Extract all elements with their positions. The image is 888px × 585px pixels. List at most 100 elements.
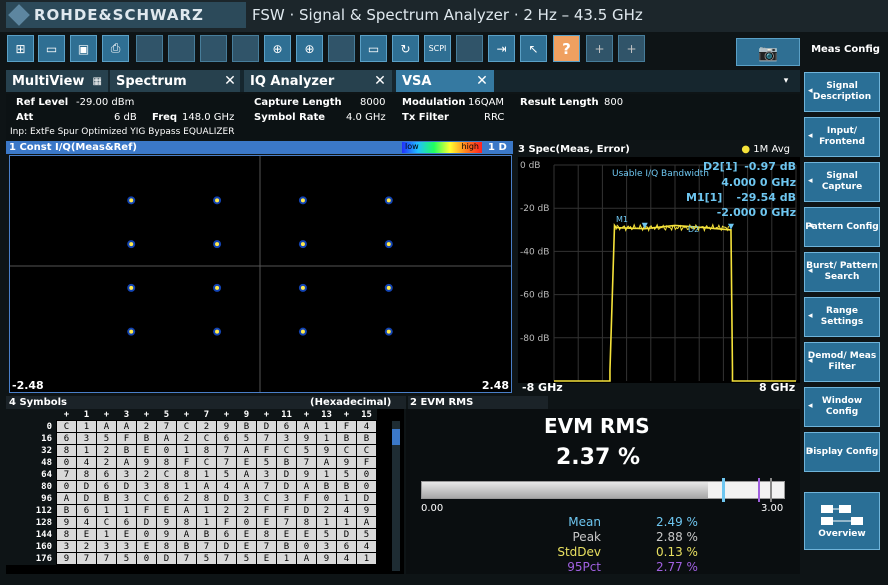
symbol-cell: 5 xyxy=(96,432,117,445)
symbol-cell: 6 xyxy=(56,432,77,445)
symbol-cell: 1 xyxy=(96,528,117,541)
tab-multiview[interactable]: MultiView ▦ xyxy=(6,70,108,92)
marker-add-icon[interactable]: + xyxy=(586,35,613,62)
symbol-cell: A xyxy=(236,480,257,493)
symbol-cell: A xyxy=(356,516,377,529)
symbol-cell: B xyxy=(56,504,77,517)
windows-start-icon[interactable]: ⊞ xyxy=(7,35,34,62)
flash-icon[interactable] xyxy=(456,35,483,62)
capture-length-label: Capture Length xyxy=(254,97,342,108)
burst-pattern-search-button[interactable]: ◂ Burst/ Pattern Search xyxy=(804,252,880,292)
scpi-button[interactable]: SCPI xyxy=(424,35,451,62)
symbol-cell: D xyxy=(256,420,277,433)
chevron-left-icon: ◂ xyxy=(808,446,813,456)
symbol-cell: B xyxy=(136,432,157,445)
close-vsa-tab-icon[interactable]: ✕ xyxy=(472,70,492,92)
symbol-cell: 1 xyxy=(196,504,217,517)
symbol-row-offset: 112 xyxy=(6,504,57,517)
symbol-cell: 1 xyxy=(176,480,197,493)
evm-big-value: 2.37 % xyxy=(556,445,640,470)
evm-stat-value: 0.13 % xyxy=(656,545,698,559)
symbol-cell: F xyxy=(256,444,277,457)
ref-level-value: -29.00 dBm xyxy=(76,97,135,108)
symbol-cell: 7 xyxy=(256,480,277,493)
symbol-cell: 2 xyxy=(236,504,257,517)
symbol-cell: 3 xyxy=(276,492,297,505)
range-settings-button[interactable]: ◂ Range Settings xyxy=(804,297,880,337)
symbol-cell: 9 xyxy=(56,552,77,565)
print-icon[interactable]: ⎙ xyxy=(102,35,129,62)
close-spectrum-tab-icon[interactable]: ✕ xyxy=(220,70,240,92)
spec-pane-header[interactable]: 3 Spec(Meas, Error) ● 1M Avg xyxy=(518,143,800,156)
modulation-value: 16QAM xyxy=(468,97,505,108)
symbol-cell: 3 xyxy=(116,540,137,553)
add-window-icon[interactable]: + xyxy=(618,35,645,62)
marker-d2-level: -0.97 dB xyxy=(744,160,796,173)
symbol-cell: 4 xyxy=(356,420,377,433)
pattern-config-button[interactable]: ◂ Pattern Config xyxy=(804,207,880,247)
symbol-cell: A xyxy=(296,552,317,565)
symbol-row-offset: 48 xyxy=(6,456,57,469)
overview-button[interactable]: Overview xyxy=(804,492,880,550)
camera-button[interactable]: 📷 xyxy=(736,38,800,66)
symbol-cell: B xyxy=(196,528,217,541)
tab-dropdown-chevron-icon[interactable]: ▾ xyxy=(776,70,796,92)
input-frontend-button[interactable]: ◂ Input/ Frontend xyxy=(804,117,880,157)
close-iq-analyzer-tab-icon[interactable]: ✕ xyxy=(370,70,390,92)
evm-stat-value: 2.49 % xyxy=(656,515,698,529)
avg-indicator: ● 1M Avg xyxy=(741,144,790,155)
symbol-cell: 7 xyxy=(96,552,117,565)
symbol-scrollbar-thumb[interactable] xyxy=(392,429,400,445)
symbol-cell: A xyxy=(176,528,197,541)
symbol-cell: 7 xyxy=(256,432,277,445)
symbol-cell: 8 xyxy=(56,528,77,541)
help-button[interactable]: ? xyxy=(553,35,580,62)
zoom-off-icon[interactable] xyxy=(328,35,355,62)
evm-pane-header[interactable]: 2 EVM RMS xyxy=(408,396,548,409)
demod-meas-filter-button[interactable]: ◂ Demod/ Meas Filter xyxy=(804,342,880,382)
symbol-col-header: + xyxy=(96,409,117,421)
export-icon[interactable]: ⇥ xyxy=(488,35,515,62)
spectrum-plot[interactable]: 0 dB -20 dB -40 dB -60 dB -80 dB D2[1] -0.97… xyxy=(518,157,800,383)
context-help-icon[interactable]: ↖ xyxy=(520,35,547,62)
multi-zoom-icon[interactable] xyxy=(232,35,259,62)
window-config-button[interactable]: ◂ Window Config xyxy=(804,387,880,427)
constellation-point-core xyxy=(129,329,134,334)
symbol-cell: 9 xyxy=(296,432,317,445)
redo-icon[interactable] xyxy=(168,35,195,62)
symbol-cell: 6 xyxy=(276,420,297,433)
symbol-scrollbar[interactable] xyxy=(392,421,400,571)
symbol-row-offset: 0 xyxy=(6,420,57,433)
capture-length-value: 8000 xyxy=(360,97,386,108)
symbol-cell: 0 xyxy=(236,516,257,529)
evm-mean-marker xyxy=(722,478,725,502)
symbol-cell: 1 xyxy=(276,552,297,565)
zoom-in-icon[interactable]: ⊕ xyxy=(264,35,291,62)
symbols-pane-header[interactable]: 4 Symbols (Hexadecimal) xyxy=(6,396,406,409)
signal-capture-button[interactable]: ◂ Signal Capture xyxy=(804,162,880,202)
signal-description-button[interactable]: ◂ Signal Description xyxy=(804,72,880,112)
symbol-cell: D xyxy=(156,552,177,565)
undo-icon[interactable] xyxy=(136,35,163,62)
symbol-cell: 5 xyxy=(216,468,237,481)
evm-peak-marker xyxy=(770,478,772,502)
evm-stat-label: Mean xyxy=(568,515,601,529)
const-pane-header[interactable]: 1 Const I/Q(Meas&Ref) low high 1 D xyxy=(6,141,513,154)
display-icon[interactable]: ▭ xyxy=(360,35,387,62)
symbol-cell: C xyxy=(136,492,157,505)
marker-d2-freq: 4.000 0 GHz xyxy=(721,176,796,189)
open-folder-icon[interactable]: ▭ xyxy=(38,35,65,62)
evm-stat-label: 95Pct xyxy=(567,560,601,574)
symbol-row: 0C1AA27C29BD6A1F4 xyxy=(6,420,377,433)
const-x-min-label: -2.48 xyxy=(12,379,44,392)
save-icon[interactable]: ▣ xyxy=(70,35,97,62)
zoom-area-icon[interactable]: ⊕ xyxy=(296,35,323,62)
const-pane-title: 1 Const I/Q(Meas&Ref) xyxy=(9,142,137,153)
sequencer-icon[interactable]: ↻ xyxy=(392,35,419,62)
constellation-plot[interactable]: -2.48 2.48 xyxy=(9,155,512,393)
display-config-button[interactable]: ◂ Display Config xyxy=(804,432,880,472)
symbol-row-offset: 64 xyxy=(6,468,57,481)
symbol-row-offset: 16 xyxy=(6,432,57,445)
chevron-left-icon: ◂ xyxy=(808,311,813,321)
zoom-icon[interactable] xyxy=(200,35,227,62)
